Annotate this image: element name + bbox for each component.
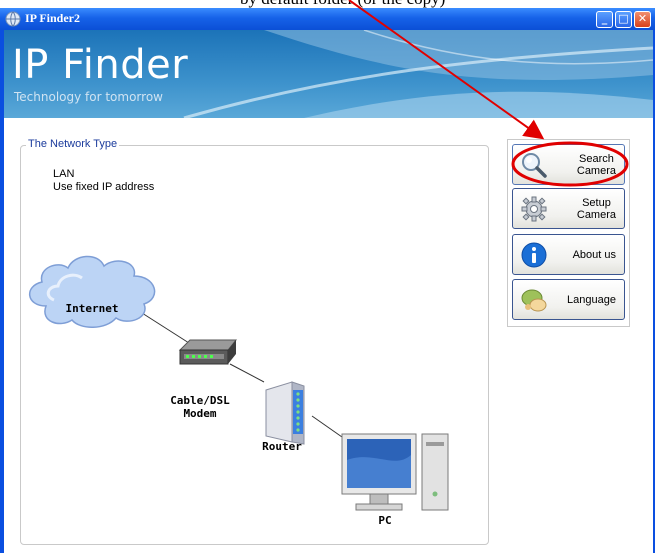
- setup-label-line1: Setup: [582, 196, 611, 209]
- minimize-button[interactable]: _: [596, 11, 613, 28]
- caption-text: by default folder (or the copy): [240, 0, 445, 8]
- app-window: IP Finder2 _ □ ✕ IP Finder Technology fo…: [0, 8, 655, 553]
- close-button[interactable]: ✕: [634, 11, 651, 28]
- search-camera-button[interactable]: Search Camera: [512, 144, 625, 185]
- about-us-button[interactable]: About us: [512, 234, 625, 275]
- internet-label: Internet: [65, 302, 119, 315]
- client-area: IP Finder Technology for tomorrow The Ne…: [4, 30, 653, 553]
- about-us-label: About us: [572, 248, 616, 261]
- setup-label-line2: Camera: [576, 208, 616, 221]
- pc-icon: [341, 433, 449, 511]
- link-internet-modem: [141, 312, 190, 344]
- cloud-icon: [29, 255, 156, 328]
- globe-icon: [5, 11, 21, 27]
- router-label: Router: [262, 440, 302, 453]
- search-camera-label: Search Camera: [577, 145, 616, 184]
- magnifier-icon: [522, 153, 547, 178]
- setup-camera-label: Setup Camera: [577, 189, 616, 228]
- maximize-button[interactable]: □: [615, 11, 632, 28]
- info-icon: [521, 242, 547, 268]
- top-caption-strip: by default folder (or the copy): [0, 0, 655, 8]
- router-icon: [265, 381, 305, 445]
- modem-label-line2: Modem: [183, 407, 217, 420]
- link-modem-router: [229, 363, 265, 383]
- gear-icon: [521, 196, 547, 222]
- language-label: Language: [567, 293, 616, 306]
- window-title: IP Finder2: [25, 11, 81, 25]
- modem-icon: [178, 339, 238, 365]
- language-button[interactable]: Language: [512, 279, 625, 320]
- language-icon: [521, 289, 547, 312]
- link-router-pc: [311, 415, 343, 438]
- title-bar[interactable]: IP Finder2 _ □ ✕: [0, 8, 655, 30]
- search-label-line1: Search: [579, 152, 614, 165]
- search-label-line2: Camera: [576, 164, 616, 177]
- modem-label-line1: Cable/DSL: [170, 394, 230, 407]
- setup-camera-button[interactable]: Setup Camera: [512, 188, 625, 229]
- pc-label: PC: [378, 514, 392, 527]
